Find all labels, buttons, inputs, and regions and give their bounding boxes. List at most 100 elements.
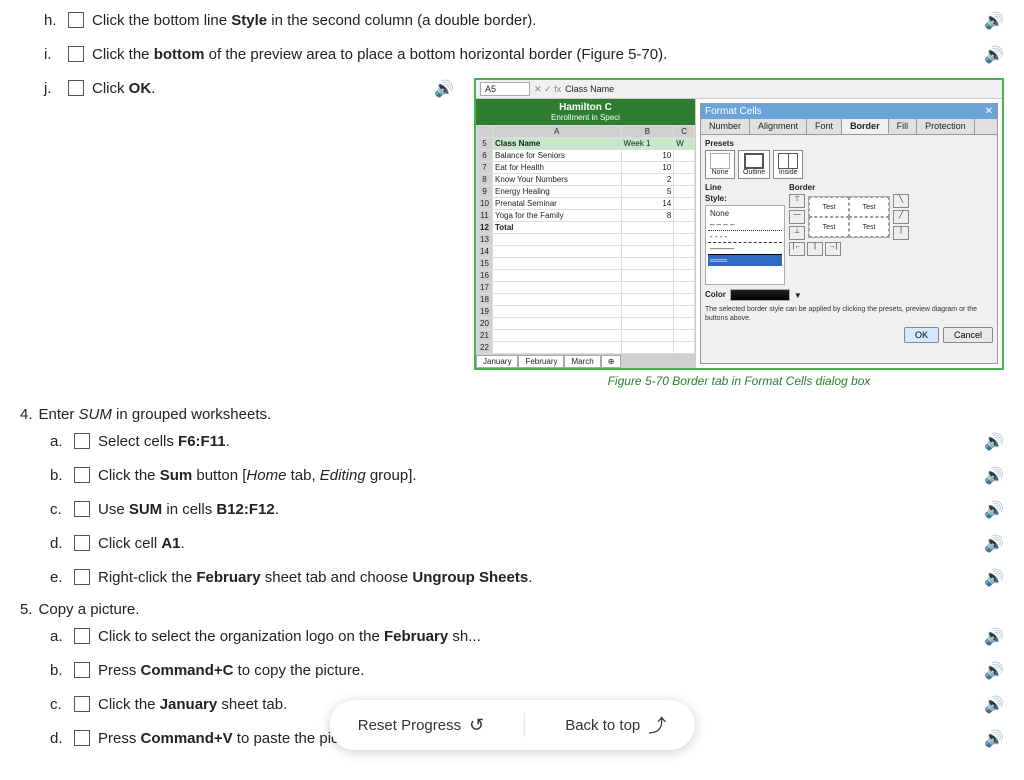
letter-4a: a. <box>50 431 70 454</box>
border-btn-right[interactable]: →| <box>825 242 841 256</box>
style-dashed[interactable]: - - - - <box>708 231 782 243</box>
sound-icon-h[interactable]: 🔊 <box>976 10 1004 34</box>
tab-number[interactable]: Number <box>701 119 750 134</box>
sound-icon-i[interactable]: 🔊 <box>976 44 1004 68</box>
border-btn-diag1[interactable]: ╲ <box>893 194 909 208</box>
sheet-tab-march[interactable]: March <box>564 355 600 368</box>
item-h-content: Click the bottom line Style in the secon… <box>92 10 976 33</box>
sound-icon-4b[interactable]: 🔊 <box>976 465 1004 489</box>
bottom-border-buttons: |← | →| <box>789 242 993 256</box>
reset-icon: ↺ <box>469 715 484 736</box>
sound-icon-j[interactable]: 🔊 <box>426 78 454 102</box>
back-to-top-icon: ⤴ <box>648 712 666 738</box>
sheet-title: Hamilton C Enrollment in Speci <box>476 99 695 125</box>
preset-none[interactable]: None <box>705 150 735 179</box>
tab-protection[interactable]: Protection <box>917 119 975 134</box>
table-row: 15 <box>477 258 695 270</box>
preview-cell-3[interactable]: Test <box>809 217 849 237</box>
checkbox-4b[interactable] <box>74 467 90 483</box>
sheet-tab-january[interactable]: January <box>476 355 518 368</box>
border-btn-top[interactable]: ⊤ <box>789 194 805 208</box>
item-4d-content: Click cell A1. <box>98 533 976 556</box>
border-btn-vert[interactable]: | <box>893 226 909 240</box>
table-row: A B C <box>477 126 695 138</box>
letter-4b: b. <box>50 465 70 488</box>
checkbox-h[interactable] <box>68 12 84 28</box>
style-thin[interactable]: ——— <box>708 243 782 255</box>
tab-border[interactable]: Border <box>842 119 889 134</box>
border-right-buttons: ╲ ╱ | <box>893 194 909 240</box>
tab-alignment[interactable]: Alignment <box>750 119 807 134</box>
sum-bold: Sum <box>160 467 193 484</box>
color-dropdown[interactable] <box>730 289 790 301</box>
sound-icon-5b[interactable]: 🔊 <box>976 660 1004 684</box>
cancel-button[interactable]: Cancel <box>943 327 993 343</box>
item-4b-content: Click the Sum button [Home tab, Editing … <box>98 465 976 488</box>
section-4-heading: 4. Enter SUM in grouped worksheets. <box>20 406 1004 423</box>
border-btn-left[interactable]: |← <box>789 242 805 256</box>
reset-progress-button[interactable]: Reset Progress ↺ <box>358 715 484 736</box>
checkbox-4d[interactable] <box>74 535 90 551</box>
tab-font[interactable]: Font <box>807 119 842 134</box>
item-i-content: Click the bottom of the preview area to … <box>92 44 976 67</box>
item-5b: b. Press Command+C to copy the picture. … <box>20 660 1004 684</box>
sound-icon-4a[interactable]: 🔊 <box>976 431 1004 455</box>
checkbox-4c[interactable] <box>74 501 90 517</box>
dropdown-arrow-icon[interactable]: ▼ <box>794 291 802 300</box>
item-j-section: A5 ✕ ✓ fx Class Name Hamilton C Enrollme… <box>20 78 1004 398</box>
sheet-tab-add[interactable]: ⊕ <box>601 355 622 368</box>
formula-separator: ✕ ✓ fx <box>534 84 561 95</box>
sound-icon-5d: 🔊 <box>976 728 1004 752</box>
table-row: 19 <box>477 306 695 318</box>
february-bold: February <box>196 569 260 586</box>
inside-label: Inside <box>778 169 798 176</box>
checkbox-4a[interactable] <box>74 433 90 449</box>
border-preview-section: Border ⊤ — ⊥ <box>789 183 993 256</box>
preset-outline[interactable]: Outline <box>738 150 770 179</box>
bar-divider <box>524 713 525 737</box>
checkbox-5b[interactable] <box>74 662 90 678</box>
sound-icon-5c[interactable]: 🔊 <box>976 694 1004 718</box>
border-btn-bottom[interactable]: ⊥ <box>789 226 805 240</box>
ok-button[interactable]: OK <box>904 327 939 343</box>
checkbox-4e[interactable] <box>74 569 90 585</box>
item-5a-content: Click to select the organization logo on… <box>98 626 976 649</box>
section-4-number: 4. <box>20 406 33 423</box>
style-dotted1[interactable]: – – – – <box>708 219 782 231</box>
style-none[interactable]: None <box>708 208 782 219</box>
checkbox-5a[interactable] <box>74 628 90 644</box>
sound-icon-4c[interactable]: 🔊 <box>976 499 1004 523</box>
checkbox-j[interactable] <box>68 80 84 96</box>
dialog-close-icon[interactable]: ✕ <box>985 106 993 117</box>
sheet-tab-february[interactable]: February <box>518 355 564 368</box>
preview-cell-4[interactable]: Test <box>849 217 889 237</box>
line-style-row: Line Style: None – – – – - - - - ——— ═══ <box>705 183 993 285</box>
letter-i: i. <box>44 44 64 67</box>
sound-icon-4d[interactable]: 🔊 <box>976 533 1004 557</box>
dialog-tabs: Number Alignment Font Border Fill Protec… <box>701 119 997 135</box>
tab-fill[interactable]: Fill <box>889 119 918 134</box>
color-section: Color ▼ <box>705 289 993 301</box>
style-double[interactable]: ═══ <box>708 255 782 266</box>
checkbox-5c[interactable] <box>74 696 90 712</box>
letter-4c: c. <box>50 499 70 522</box>
back-to-top-label: Back to top <box>565 717 640 734</box>
preview-cell-2[interactable]: Test <box>849 197 889 217</box>
checkbox-i[interactable] <box>68 46 84 62</box>
border-btn-diag2[interactable]: ╱ <box>893 210 909 224</box>
sound-icon-4e[interactable]: 🔊 <box>976 567 1004 591</box>
checkbox-5d[interactable] <box>74 730 90 746</box>
preview-cell-1[interactable]: Test <box>809 197 849 217</box>
preview-row-1: Test Test <box>809 197 889 217</box>
presets-label: Presets <box>705 139 993 148</box>
table-row: 5 Class Name Week 1 W <box>477 138 695 150</box>
border-btn-mid-v[interactable]: | <box>807 242 823 256</box>
preset-inside[interactable]: Inside <box>773 150 803 179</box>
sheet-subtitle: Enrollment in Speci <box>479 113 692 122</box>
border-left-buttons: ⊤ — ⊥ <box>789 194 805 240</box>
letter-h: h. <box>44 10 64 33</box>
ok-bold: OK <box>129 80 152 97</box>
sound-icon-5a[interactable]: 🔊 <box>976 626 1004 650</box>
border-btn-mid-h[interactable]: — <box>789 210 805 224</box>
back-to-top-button[interactable]: Back to top ⤴ <box>565 712 666 738</box>
